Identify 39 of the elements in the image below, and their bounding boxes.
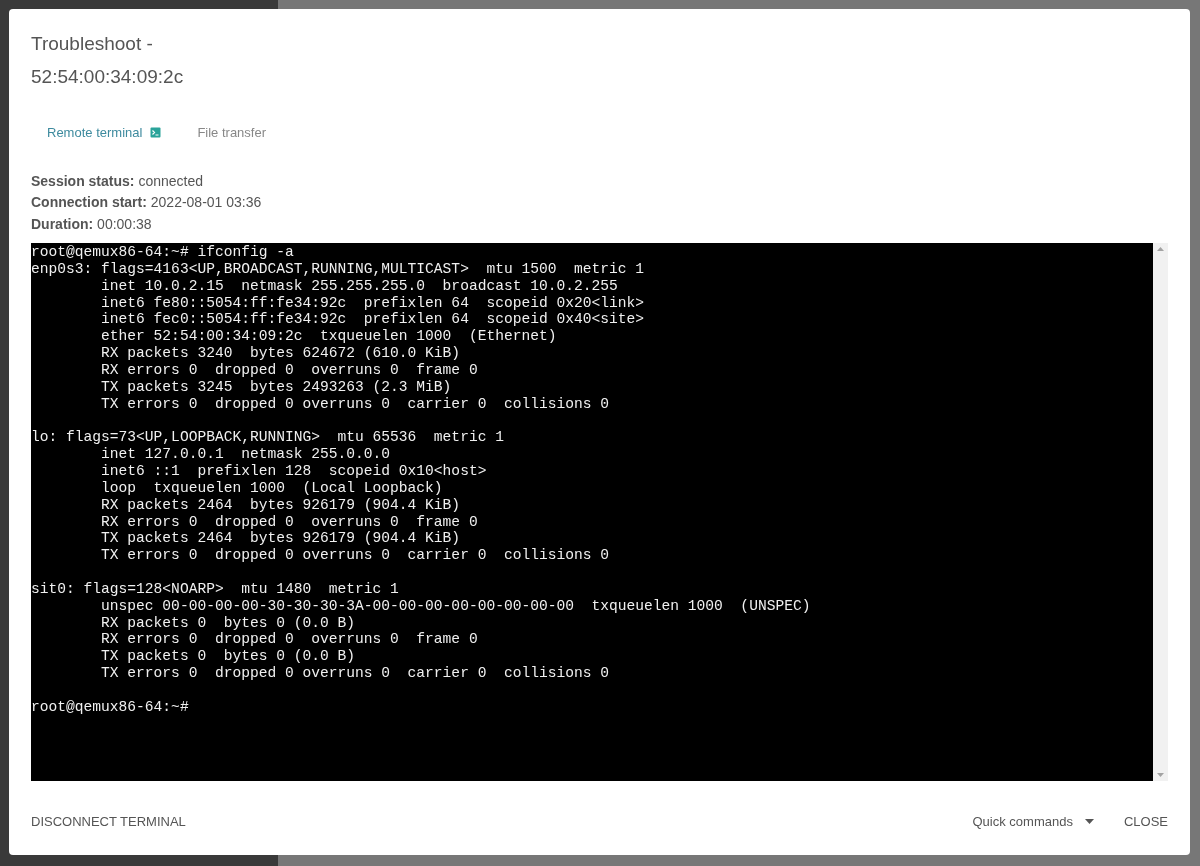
terminal-line: root@qemux86-64:~# — [31, 698, 190, 716]
quick-commands-button[interactable]: Quick commands — [972, 807, 1094, 835]
session-info: Session status: connected — [31, 171, 204, 191]
terminal-line: RX errors 0 dropped 0 overruns 0 frame 0 — [100, 631, 479, 649]
terminal-line: unspec 00-00-00-00-30-30-30-3A-00-00-00-00-00-00-00-00 txqueuelen 1000 (UNSPEC) — [100, 597, 812, 615]
scroll-down-icon[interactable] — [1157, 773, 1164, 777]
terminal-line: inet6 fec0::5054:ff:fe34:92c prefixlen 64 scopeid 0x40<site> — [100, 311, 646, 329]
terminal-line: inet6 fe80::5054:ff:fe34:92c prefixlen 64 scopeid 0x20<link> — [100, 294, 646, 312]
session-info: Connection start: 2022-08-01 03:36 — [31, 193, 263, 212]
terminal-line: TX packets 0 bytes 0 (0.0 B) — [100, 648, 357, 666]
dialog-title: Troubleshoot - 52:54:00:34:09:2c — [31, 32, 185, 89]
tab[interactable]: Remote terminal — [35, 121, 174, 145]
terminal-line: TX packets 3245 bytes 2493263 (2.3 MiB) — [100, 378, 453, 396]
caret-icon — [1084, 818, 1094, 824]
close-button[interactable]: CLOSE — [1123, 807, 1168, 835]
terminal-line: TX errors 0 dropped 0 overruns 0 carrier 0 collisions 0 — [100, 395, 610, 413]
terminal-line: enp0s3: flags=4163<UP,BROADCAST,RUNNING,MULTICAST> mtu 1500 metric 1 — [31, 260, 646, 278]
terminal-line: TX errors 0 dropped 0 overruns 0 carrier 0 collisions 0 — [100, 547, 610, 565]
terminal-line: RX errors 0 dropped 0 overruns 0 frame 0 — [100, 361, 479, 379]
terminal-line: RX errors 0 dropped 0 overruns 0 frame 0 — [100, 513, 479, 531]
scrollbar[interactable] — [1153, 243, 1168, 781]
terminal-line: RX packets 2464 bytes 926179 (904.4 KiB) — [100, 496, 462, 514]
tab[interactable]: File transfer — [185, 121, 278, 145]
terminal-line: RX packets 0 bytes 0 (0.0 B) — [100, 614, 357, 632]
terminal-line: loop txqueuelen 1000 (Local Loopback) — [100, 479, 444, 497]
session-info: Duration: 00:00:38 — [31, 214, 153, 234]
disconnect-terminal-button[interactable]: DISCONNECT TERMINAL — [31, 807, 186, 835]
terminal-line: inet6 ::1 prefixlen 128 scopeid 0x10<host> — [100, 462, 488, 480]
terminal-line: sit0: flags=128<NOARP> mtu 1480 metric 1 — [31, 580, 400, 598]
terminal-icon — [150, 127, 162, 139]
terminal-line: ether 52:54:00:34:09:2c txqueuelen 1000 (Ethernet) — [100, 328, 558, 346]
terminal-line: TX packets 2464 bytes 926179 (904.4 KiB) — [100, 530, 462, 548]
terminal-line: lo: flags=73<UP,LOOPBACK,RUNNING> mtu 65536 metric 1 — [31, 429, 505, 447]
terminal-line: TX errors 0 dropped 0 overruns 0 carrier 0 collisions 0 — [100, 665, 610, 682]
scroll-up-icon[interactable] — [1157, 247, 1164, 251]
terminal-line: inet 10.0.2.15 netmask 255.255.255.0 broadcast 10.0.2.255 — [100, 277, 619, 295]
terminal-line: root@qemux86-64:~# ifconfig -a — [31, 244, 295, 261]
terminal-line: inet 127.0.0.1 netmask 255.0.0.0 — [100, 446, 392, 463]
terminal-line: RX packets 3240 bytes 624672 (610.0 KiB) — [100, 345, 462, 362]
